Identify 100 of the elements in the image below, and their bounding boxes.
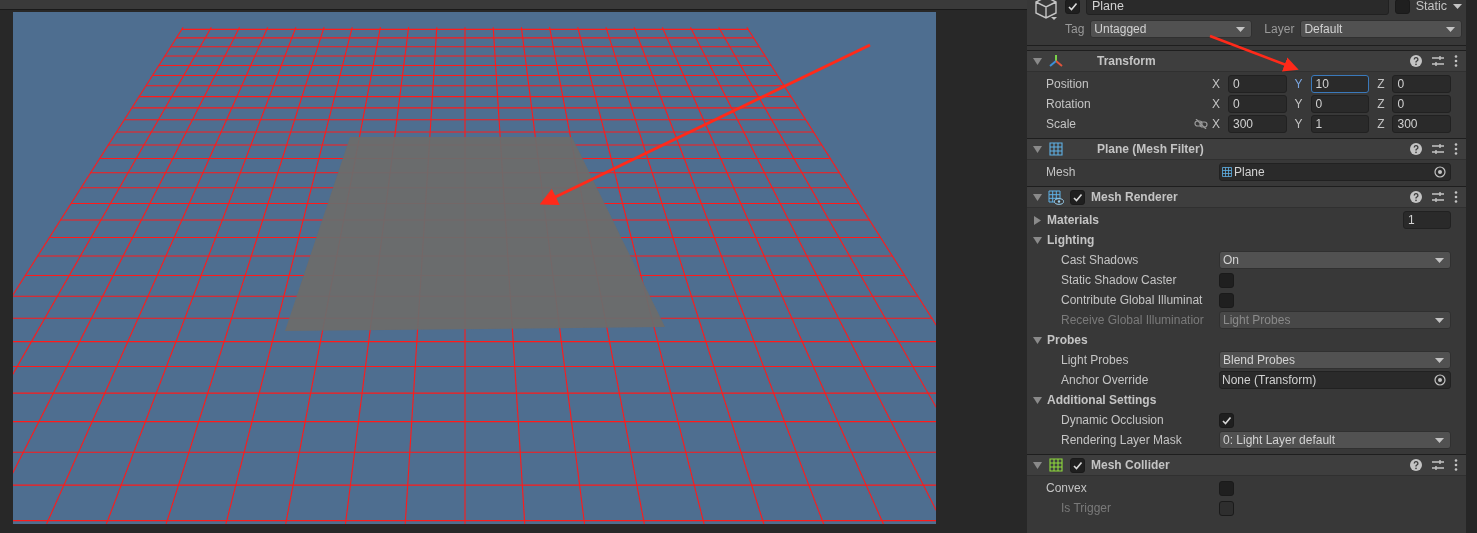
- scrollbar[interactable]: [1466, 0, 1477, 533]
- object-field[interactable]: None (Transform): [1219, 371, 1451, 389]
- settings-sliders-icon[interactable]: [1432, 143, 1444, 155]
- checkbox[interactable]: [1219, 272, 1234, 288]
- checkbox[interactable]: [1219, 412, 1234, 428]
- check-icon: [1221, 414, 1232, 426]
- unlinked-icon[interactable]: [1194, 119, 1208, 129]
- number-field[interactable]: 10: [1310, 75, 1370, 93]
- enabled-checkbox[interactable]: [1070, 457, 1085, 473]
- section-label[interactable]: Additional Settings: [1047, 393, 1157, 407]
- checkbox[interactable]: [1219, 292, 1234, 308]
- help-icon[interactable]: [1410, 143, 1422, 155]
- dropdown-caret-icon: [1435, 317, 1444, 323]
- check-icon: [1067, 0, 1078, 12]
- number-field[interactable]: 0: [1392, 75, 1451, 93]
- dropdown-caret-icon: [1446, 26, 1455, 32]
- object-picker-icon[interactable]: [1434, 166, 1446, 178]
- settings-sliders-icon[interactable]: [1432, 55, 1444, 67]
- number-field[interactable]: 0: [1228, 95, 1287, 113]
- number-field[interactable]: 0: [1392, 95, 1451, 113]
- component-title: Transform: [1097, 54, 1156, 68]
- field-label: Anchor Override: [1061, 373, 1149, 387]
- field-label: Is Trigger: [1061, 501, 1111, 515]
- component-title: Mesh Renderer: [1091, 190, 1178, 204]
- help-icon[interactable]: [1410, 191, 1422, 203]
- more-options-icon[interactable]: [1454, 191, 1458, 203]
- number-field[interactable]: 300: [1228, 115, 1287, 133]
- axis-label: Z: [1377, 97, 1385, 111]
- dropdown-caret-icon: [1435, 257, 1444, 263]
- axis-gizmo-icon: [1048, 54, 1064, 68]
- grid-icon: [1049, 142, 1063, 156]
- foldout-expanded-icon[interactable]: [1033, 460, 1042, 470]
- field-label: Dynamic Occlusion: [1061, 413, 1164, 427]
- more-options-icon[interactable]: [1454, 55, 1458, 67]
- component-header[interactable]: Transform: [1027, 50, 1466, 72]
- foldout-expanded-icon[interactable]: [1033, 395, 1042, 405]
- dropdown[interactable]: 0: Light Layer default: [1219, 431, 1451, 449]
- tag-dropdown[interactable]: Untagged: [1090, 20, 1253, 38]
- number-field[interactable]: 1: [1310, 115, 1370, 133]
- field-label: Mesh: [1046, 165, 1076, 179]
- axis-label: X: [1212, 97, 1220, 111]
- settings-sliders-icon[interactable]: [1432, 191, 1444, 203]
- axis-label: Y: [1294, 77, 1303, 91]
- dropdown-caret-icon[interactable]: [1453, 3, 1462, 9]
- active-checkbox[interactable]: [1065, 0, 1080, 14]
- field-label: Static Shadow Caster: [1061, 273, 1177, 287]
- axis-label: Y: [1294, 97, 1303, 111]
- settings-sliders-icon[interactable]: [1432, 459, 1444, 471]
- more-options-icon[interactable]: [1454, 459, 1458, 471]
- field-label: Rotation: [1046, 97, 1091, 111]
- check-icon: [1072, 191, 1083, 203]
- number-field[interactable]: 0: [1310, 95, 1370, 113]
- field-label: Contribute Global Illuminat: [1061, 293, 1203, 307]
- dropdown[interactable]: Blend Probes: [1219, 351, 1451, 369]
- static-checkbox[interactable]: [1394, 0, 1410, 14]
- layer-dropdown[interactable]: Default: [1300, 20, 1462, 38]
- field-label: Light Probes: [1061, 353, 1129, 367]
- foldout-expanded-icon[interactable]: [1033, 235, 1042, 245]
- number-field[interactable]: 0: [1228, 75, 1287, 93]
- grid-icon: [1222, 167, 1232, 177]
- foldout-expanded-icon[interactable]: [1033, 335, 1042, 345]
- name-field[interactable]: Plane: [1086, 0, 1389, 15]
- component-header[interactable]: Mesh Renderer: [1027, 186, 1466, 208]
- component-title: Mesh Collider: [1091, 458, 1170, 472]
- dropdown-caret-icon: [1435, 437, 1444, 443]
- foldout-expanded-icon[interactable]: [1033, 144, 1042, 154]
- layer-label: Layer: [1264, 22, 1295, 36]
- object-picker-icon[interactable]: [1434, 374, 1446, 386]
- more-options-icon[interactable]: [1454, 143, 1458, 155]
- axis-label: X: [1212, 117, 1220, 131]
- grid-eye-icon: [1048, 189, 1064, 205]
- object-field[interactable]: Plane: [1219, 163, 1451, 181]
- component-header[interactable]: Plane (Mesh Filter): [1027, 138, 1466, 160]
- section-label[interactable]: Probes: [1047, 333, 1088, 347]
- axis-label: Z: [1377, 117, 1385, 131]
- section-label[interactable]: Lighting: [1047, 233, 1095, 247]
- help-icon[interactable]: [1410, 55, 1422, 67]
- foldout-collapsed-icon[interactable]: [1033, 215, 1042, 225]
- number-field[interactable]: 300: [1392, 115, 1451, 133]
- enabled-checkbox[interactable]: [1070, 189, 1085, 205]
- field-label: Scale: [1046, 117, 1077, 131]
- cube-icon: [1033, 0, 1059, 22]
- number-field[interactable]: 1: [1403, 211, 1451, 229]
- help-icon[interactable]: [1410, 459, 1422, 471]
- field-label: Rendering Layer Mask: [1061, 433, 1182, 447]
- checkbox[interactable]: [1219, 480, 1234, 496]
- axis-label: Z: [1377, 77, 1385, 91]
- axis-label: Y: [1294, 117, 1303, 131]
- static-label: Static: [1415, 0, 1447, 13]
- field-label: Cast Shadows: [1061, 253, 1139, 267]
- dropdown-caret-icon: [1435, 357, 1444, 363]
- dropdown[interactable]: On: [1219, 251, 1451, 269]
- section-label[interactable]: Materials: [1047, 213, 1100, 227]
- grid-icon: [1049, 458, 1063, 472]
- component-title: Plane (Mesh Filter): [1097, 142, 1204, 156]
- component-header[interactable]: Mesh Collider: [1027, 454, 1466, 476]
- field-label: Receive Global Illuminatior: [1061, 313, 1204, 327]
- foldout-expanded-icon[interactable]: [1033, 192, 1042, 202]
- tag-label: Tag: [1065, 22, 1085, 36]
- foldout-expanded-icon[interactable]: [1033, 56, 1042, 66]
